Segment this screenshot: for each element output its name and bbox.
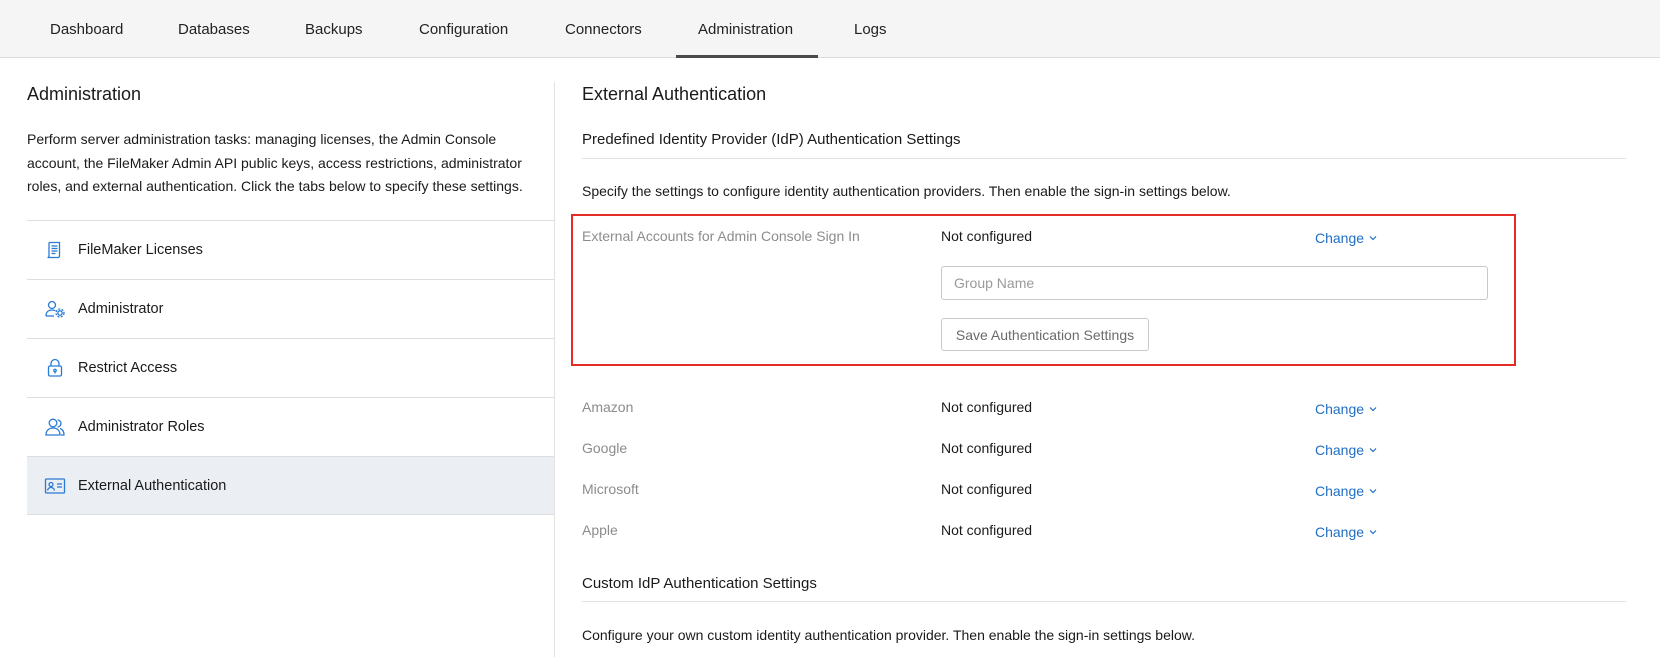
sidebar-item-filemaker-licenses[interactable]: FileMaker Licenses: [27, 220, 555, 279]
change-label: Change: [1315, 483, 1365, 499]
change-label: Change: [1315, 401, 1365, 417]
group-name-input[interactable]: [941, 266, 1488, 300]
custom-idp-description: Configure your own custom identity authe…: [582, 627, 1195, 643]
admin-signin-label: External Accounts for Admin Console Sign…: [582, 228, 860, 244]
sidebar-item-label: External Authentication: [78, 477, 227, 494]
sidebar-item-label: Administrator: [78, 301, 164, 317]
save-authentication-settings-button[interactable]: Save Authentication Settings: [941, 318, 1149, 351]
id-card-icon: [43, 474, 67, 498]
main-panel: External Authentication Predefined Ident…: [571, 58, 1627, 657]
change-link-amazon[interactable]: Change: [1315, 401, 1377, 417]
provider-label-google: Google: [582, 440, 628, 456]
sidebar-item-label: Administrator Roles: [78, 419, 205, 435]
change-label: Change: [1315, 524, 1365, 540]
section-divider: [582, 158, 1626, 159]
tab-databases[interactable]: Databases: [178, 0, 250, 58]
provider-label-amazon: Amazon: [582, 399, 634, 415]
change-label: Change: [1315, 442, 1365, 458]
sidebar-description: Perform server administration tasks: man…: [27, 131, 523, 194]
panel-divider: [554, 82, 555, 657]
chevron-down-icon: [1369, 488, 1377, 494]
change-link-apple[interactable]: Change: [1315, 524, 1377, 540]
chevron-down-icon: [1369, 447, 1377, 453]
predefined-idp-description: Specify the settings to configure identi…: [582, 183, 1231, 199]
sidebar-item-restrict-access[interactable]: Restrict Access: [27, 338, 555, 397]
change-link-google[interactable]: Change: [1315, 442, 1377, 458]
sidebar-menu: FileMaker Licenses Administrator Restric…: [27, 220, 555, 515]
predefined-idp-heading: Predefined Identity Provider (IdP) Authe…: [582, 131, 961, 148]
provider-status-google: Not configured: [941, 440, 1033, 456]
tab-configuration[interactable]: Configuration: [419, 0, 508, 58]
administrator-roles-icon: [43, 415, 67, 439]
change-link-microsoft[interactable]: Change: [1315, 483, 1377, 499]
admin-signin-change-link[interactable]: Change: [1315, 230, 1377, 246]
admin-signin-status: Not configured: [941, 228, 1033, 244]
section-divider: [582, 601, 1626, 602]
license-icon: [43, 238, 67, 262]
provider-label-apple: Apple: [582, 522, 618, 538]
sidebar-item-label: FileMaker Licenses: [78, 242, 203, 258]
sidebar-title: Administration: [27, 84, 142, 104]
tab-dashboard[interactable]: Dashboard: [50, 0, 123, 58]
top-nav: Dashboard Databases Backups Configuratio…: [0, 0, 1660, 58]
tab-administration[interactable]: Administration: [698, 0, 793, 58]
sidebar: Administration Perform server administra…: [27, 58, 555, 657]
change-label: Change: [1315, 230, 1365, 246]
tab-backups[interactable]: Backups: [305, 0, 363, 58]
chevron-down-icon: [1369, 406, 1377, 412]
sidebar-item-administrator-roles[interactable]: Administrator Roles: [27, 397, 555, 456]
chevron-down-icon: [1369, 235, 1377, 241]
tab-logs[interactable]: Logs: [854, 0, 887, 58]
sidebar-item-label: Restrict Access: [78, 360, 178, 376]
administrator-icon: [43, 297, 67, 321]
sidebar-item-administrator[interactable]: Administrator: [27, 279, 555, 338]
provider-status-apple: Not configured: [941, 522, 1033, 538]
sidebar-item-external-authentication[interactable]: External Authentication: [27, 456, 555, 515]
provider-status-microsoft: Not configured: [941, 481, 1033, 497]
provider-label-microsoft: Microsoft: [582, 481, 639, 497]
tab-connectors[interactable]: Connectors: [565, 0, 642, 58]
page-title: External Authentication: [582, 84, 767, 104]
chevron-down-icon: [1369, 529, 1377, 535]
lock-icon: [43, 356, 67, 380]
provider-status-amazon: Not configured: [941, 399, 1033, 415]
custom-idp-heading: Custom IdP Authentication Settings: [582, 575, 817, 592]
